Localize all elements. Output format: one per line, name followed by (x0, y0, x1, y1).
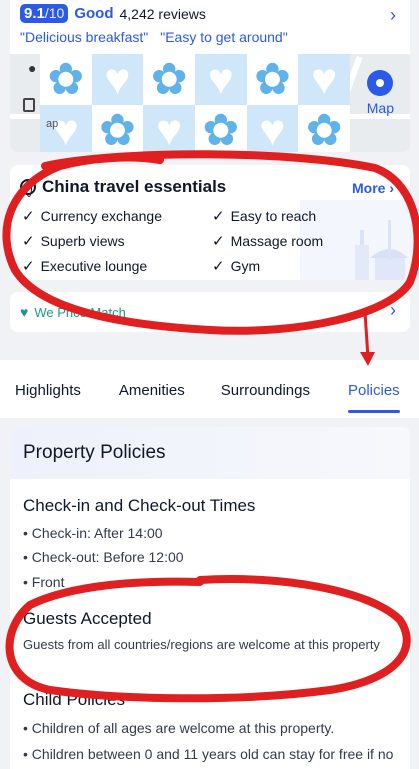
essential-label: Executive lounge (40, 258, 148, 274)
tab-amenities[interactable]: Amenities (119, 360, 185, 418)
flower-icon: ✿ (298, 105, 350, 152)
chevron-right-icon[interactable]: › (390, 5, 396, 26)
essential-item: ✓ Gym (212, 257, 402, 275)
location-pin-icon: ● (28, 60, 37, 76)
globe-icon (20, 179, 36, 197)
tab-label: Highlights (15, 382, 81, 399)
review-quote: "Easy to get around" (160, 29, 288, 45)
map-pin-icon (367, 70, 394, 96)
essential-label: Currency exchange (40, 208, 162, 224)
rating-word: Good (74, 5, 114, 22)
map-preview[interactable]: ✿ ♥ ✿ ♥ ✿ ♥ ♥ ✿ ♥ ✿ ♥ ✿ ● ap Map (10, 54, 410, 152)
check-icon: ✓ (212, 208, 225, 225)
child-policy-item: • Children between 0 and 11 years old ca… (23, 746, 394, 762)
heart-icon: ♥ (195, 54, 247, 105)
heart-icon: ♥ (246, 105, 299, 152)
guests-text: Guests from all countries/regions are we… (23, 637, 380, 652)
policies-card: Property Policies Check-in and Check-out… (10, 427, 410, 769)
front-desk-info: • Front (23, 574, 65, 590)
policies-header: Property Policies (10, 427, 410, 479)
tab-highlights[interactable]: Highlights (15, 360, 81, 418)
section-tabs: Highlights Amenities Surroundings Polici… (0, 360, 419, 418)
flower-icon: ✿ (195, 105, 247, 152)
heart-check-icon: ♥ (20, 304, 29, 320)
price-match: ♥ We Price Match (20, 304, 126, 320)
essential-item: ✓ Massage room (212, 232, 402, 250)
essentials-list: ✓ Currency exchange ✓ Easy to reach ✓ Super… (22, 207, 402, 275)
flower-icon: ✿ (143, 54, 195, 105)
essential-item: ✓ Easy to reach (212, 207, 402, 225)
map-label: Map (366, 100, 394, 116)
essential-label: Gym (230, 258, 261, 274)
flower-icon: ✿ (40, 54, 92, 105)
essential-label: Massage room (230, 233, 324, 249)
check-icon: ✓ (22, 208, 35, 225)
essentials-card[interactable]: China travel essentials More › ✓ Currency… (10, 165, 410, 280)
essentials-title: China travel essentials (42, 177, 227, 196)
score-badge: 9.1/10 (20, 4, 69, 23)
heart-icon: ♥ (91, 54, 144, 105)
checkin-time: • Check-in: After 14:00 (23, 525, 163, 541)
tab-surroundings[interactable]: Surroundings (221, 360, 310, 418)
checkout-time: • Check-out: Before 12:00 (23, 549, 184, 565)
review-quotes: "Delicious breakfast" "Easy to get aroun… (20, 29, 288, 45)
tab-label: Policies (347, 382, 400, 399)
review-quote: "Delicious breakfast" (20, 29, 149, 45)
tab-policies[interactable]: Policies (347, 360, 400, 418)
checkin-section-title: Check-in and Check-out Times (23, 496, 256, 515)
price-match-label: We Price Match (34, 304, 126, 320)
flower-icon: ✿ (246, 54, 299, 105)
child-section-title: Child Policies (23, 690, 126, 709)
map-pattern: ✿ ♥ ✿ ♥ ✿ ♥ ♥ ✿ ♥ ✿ ♥ ✿ (40, 54, 350, 152)
score-value: 9.1 (24, 5, 45, 22)
essential-item: ✓ Executive lounge (22, 257, 212, 275)
essential-item: ✓ Currency exchange (22, 207, 212, 225)
heart-icon: ♥ (143, 105, 195, 152)
flower-icon: ✿ (91, 105, 144, 152)
more-link[interactable]: More › (352, 180, 394, 196)
score-scale: /10 (44, 5, 65, 21)
review-count: 4,242 reviews (119, 5, 206, 22)
rating-card[interactable]: 9.1/10 Good 4,242 reviews › "Delicious b… (10, 0, 410, 152)
check-icon: ✓ (22, 233, 35, 250)
essential-label: Superb views (40, 233, 125, 249)
more-label: More (351, 180, 386, 196)
check-icon: ✓ (22, 258, 35, 275)
check-icon: ✓ (212, 258, 225, 275)
chevron-right-icon[interactable]: › (390, 300, 396, 321)
check-icon: ✓ (212, 233, 225, 250)
guests-section-title: Guests Accepted (23, 609, 152, 628)
map-button[interactable]: Map (367, 70, 394, 116)
essential-item: ✓ Superb views (22, 232, 212, 250)
price-match-card[interactable]: ♥ We Price Match › (10, 292, 410, 332)
tab-label: Amenities (118, 382, 185, 399)
map-place-label: ap (46, 118, 59, 130)
bus-icon (23, 98, 35, 112)
policies-title: Property Policies (23, 442, 166, 463)
tab-label: Surroundings (220, 382, 310, 399)
child-policy-item: • Children of all ages are welcome at th… (23, 720, 335, 736)
rating-row: 9.1/10 Good 4,242 reviews (20, 4, 206, 23)
essential-label: Easy to reach (230, 208, 317, 224)
essentials-header: China travel essentials (20, 177, 226, 197)
heart-icon: ♥ (298, 54, 350, 105)
